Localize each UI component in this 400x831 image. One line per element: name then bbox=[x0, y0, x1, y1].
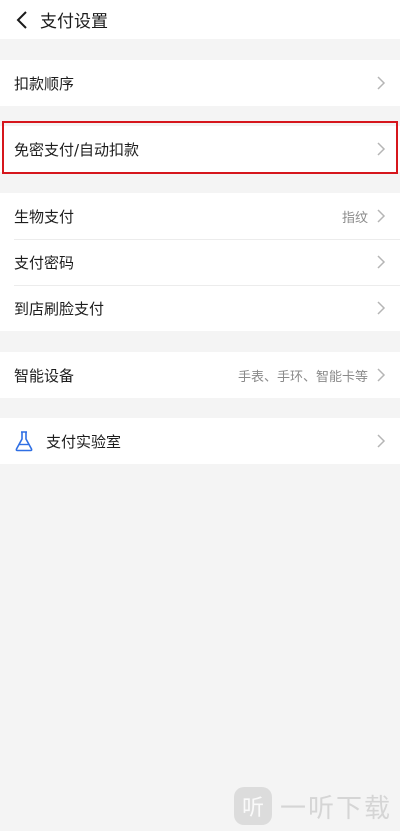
watermark: 听 一听下载 bbox=[233, 787, 392, 825]
chevron-right-icon bbox=[377, 142, 386, 156]
page-title: 支付设置 bbox=[40, 12, 108, 32]
biometric-payment-label: 生物支付 bbox=[14, 207, 75, 226]
smart-devices-value: 手表、手环、智能卡等 bbox=[237, 369, 368, 385]
flask-icon bbox=[15, 431, 33, 452]
group-order: 扣款顺序 bbox=[0, 60, 400, 106]
watermark-text: 一听下载 bbox=[279, 793, 392, 824]
chevron-right-icon bbox=[377, 255, 386, 269]
biometric-payment-value: 指纹 bbox=[341, 210, 368, 226]
chevron-right-icon bbox=[377, 434, 386, 448]
deduction-order-item[interactable]: 扣款顺序 bbox=[0, 60, 400, 106]
biometric-payment-item[interactable]: 生物支付 指纹 bbox=[0, 193, 400, 239]
chevron-right-icon bbox=[377, 368, 386, 382]
smart-devices-label: 智能设备 bbox=[14, 366, 75, 385]
payment-password-label: 支付密码 bbox=[14, 253, 75, 272]
smart-devices-item[interactable]: 智能设备 手表、手环、智能卡等 bbox=[0, 352, 400, 398]
group-devices: 智能设备 手表、手环、智能卡等 bbox=[0, 352, 400, 398]
password-free-payment-item[interactable]: 免密支付/自动扣款 bbox=[0, 126, 400, 172]
chevron-left-icon bbox=[16, 10, 27, 29]
group-security: 生物支付 指纹 支付密码 到店刷脸支付 bbox=[0, 193, 400, 331]
chevron-right-icon bbox=[377, 301, 386, 315]
payment-lab-item[interactable]: 支付实验室 bbox=[0, 418, 400, 464]
payment-lab-label: 支付实验室 bbox=[46, 432, 122, 451]
watermark-logo: 听 bbox=[233, 787, 272, 825]
group-auto-pay: 免密支付/自动扣款 bbox=[0, 126, 400, 172]
deduction-order-label: 扣款顺序 bbox=[14, 74, 75, 93]
header-bar: 支付设置 bbox=[0, 0, 400, 39]
chevron-right-icon bbox=[377, 76, 386, 90]
password-free-payment-label: 免密支付/自动扣款 bbox=[14, 140, 140, 159]
payment-password-item[interactable]: 支付密码 bbox=[0, 239, 400, 285]
back-button[interactable] bbox=[0, 0, 44, 39]
face-payment-label: 到店刷脸支付 bbox=[14, 299, 105, 318]
face-payment-item[interactable]: 到店刷脸支付 bbox=[0, 285, 400, 331]
group-lab: 支付实验室 bbox=[0, 418, 400, 464]
chevron-right-icon bbox=[377, 209, 386, 223]
